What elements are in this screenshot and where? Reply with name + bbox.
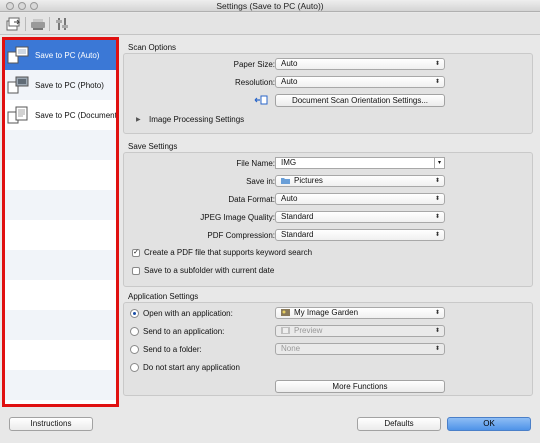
scan-mode-list: Save to PC (Auto) Save to PC (Photo) Sav… — [2, 37, 119, 407]
save-in-value: Pictures — [294, 176, 323, 185]
more-functions-button[interactable]: More Functions — [275, 380, 445, 393]
save-settings-title: Save Settings — [128, 142, 178, 151]
preview-app-icon — [281, 327, 290, 334]
application-settings-title: Application Settings — [128, 292, 199, 301]
resolution-select[interactable]: Auto ⬍ — [275, 76, 445, 88]
send-to-application-label: Send to an application: — [143, 327, 225, 336]
sidebar-item-label: Save to PC (Document) — [35, 110, 119, 120]
document-orientation-icon — [254, 95, 268, 105]
file-name-label: File Name: — [236, 159, 275, 168]
folder-icon — [281, 177, 290, 184]
send-to-application-radio[interactable] — [130, 327, 139, 336]
ok-button[interactable]: OK — [447, 417, 531, 431]
scan-from-panel-icon[interactable] — [30, 16, 46, 32]
no-application-label: Do not start any application — [143, 363, 240, 372]
save-auto-icon — [7, 46, 29, 64]
send-to-folder-radio[interactable] — [130, 345, 139, 354]
data-format-select[interactable]: Auto ⬍ — [275, 193, 445, 205]
jpeg-quality-select[interactable]: Standard ⬍ — [275, 211, 445, 223]
application-settings-group: Open with an application: My Image Garde… — [123, 302, 533, 396]
jpeg-quality-value: Standard — [281, 212, 314, 221]
general-settings-icon[interactable] — [54, 16, 70, 32]
empty-list-row — [5, 250, 116, 280]
data-format-value: Auto — [281, 194, 298, 203]
updown-arrow-icon: ⬍ — [434, 79, 440, 85]
send-application-select[interactable]: Preview ⬍ — [275, 325, 445, 337]
toolbar-divider — [25, 17, 26, 31]
save-in-select[interactable]: Pictures ⬍ — [275, 175, 445, 187]
empty-list-row — [5, 280, 116, 310]
sidebar-item-label: Save to PC (Auto) — [35, 50, 100, 60]
toolbar — [0, 13, 540, 35]
scan-options-group: Paper Size: Auto ⬍ Resolution: Auto ⬍ Do… — [123, 53, 533, 134]
empty-list-row — [5, 130, 116, 160]
keyword-search-pdf-checkbox[interactable]: ✓ — [132, 249, 140, 257]
settings-panel: Scan Options Paper Size: Auto ⬍ Resoluti… — [120, 37, 538, 407]
empty-list-row — [5, 220, 116, 250]
empty-list-row — [5, 190, 116, 220]
empty-list-row — [5, 370, 116, 400]
empty-list-row — [5, 340, 116, 370]
save-document-icon — [7, 106, 29, 124]
pdf-compression-value: Standard — [281, 230, 314, 239]
open-with-application-radio[interactable] — [130, 309, 139, 318]
subfolder-date-checkbox[interactable] — [132, 267, 140, 275]
pdf-compression-label: PDF Compression: — [207, 231, 275, 240]
data-format-label: Data Format: — [228, 195, 275, 204]
minimize-window-button[interactable] — [18, 2, 26, 10]
sidebar-item-label: Save to PC (Photo) — [35, 80, 104, 90]
defaults-button[interactable]: Defaults — [357, 417, 441, 431]
paper-size-select[interactable]: Auto ⬍ — [275, 58, 445, 70]
sidebar-item-save-to-pc-photo[interactable]: Save to PC (Photo) — [5, 70, 116, 100]
updown-arrow-icon: ⬍ — [434, 178, 440, 184]
updown-arrow-icon: ⬍ — [434, 346, 440, 352]
open-application-value: My Image Garden — [294, 308, 359, 317]
resolution-value: Auto — [281, 77, 298, 86]
send-folder-select[interactable]: None ⬍ — [275, 343, 445, 355]
updown-arrow-icon: ⬍ — [434, 61, 440, 67]
no-application-radio[interactable] — [130, 363, 139, 372]
send-application-value: Preview — [294, 326, 323, 335]
save-photo-icon — [7, 76, 29, 94]
send-to-folder-label: Send to a folder: — [143, 345, 202, 354]
close-window-button[interactable] — [6, 2, 14, 10]
pdf-compression-select[interactable]: Standard ⬍ — [275, 229, 445, 241]
file-name-combo[interactable]: IMG ▾ — [275, 157, 445, 169]
document-scan-orientation-button[interactable]: Document Scan Orientation Settings... — [275, 94, 445, 107]
my-image-garden-icon — [281, 309, 290, 316]
sidebar-item-save-to-pc-document[interactable]: Save to PC (Document) — [5, 100, 116, 130]
instructions-button[interactable]: Instructions — [9, 417, 93, 431]
empty-list-row — [5, 160, 116, 190]
image-processing-settings-toggle[interactable]: Image Processing Settings — [149, 115, 244, 124]
title-bar: Settings (Save to PC (Auto)) — [0, 0, 540, 12]
resolution-label: Resolution: — [234, 78, 275, 87]
scan-options-title: Scan Options — [128, 43, 177, 52]
paper-size-value: Auto — [281, 59, 298, 68]
save-in-label: Save in: — [246, 177, 275, 186]
updown-arrow-icon: ⬍ — [434, 328, 440, 334]
jpeg-quality-label: JPEG Image Quality: — [200, 213, 275, 222]
save-settings-group: File Name: IMG ▾ Save in: Pictures ⬍ Dat… — [123, 152, 533, 287]
subfolder-date-label: Save to a subfolder with current date — [144, 266, 275, 275]
disclosure-triangle-icon[interactable]: ▶ — [136, 116, 141, 123]
toolbar-divider — [49, 17, 50, 31]
file-name-value: IMG — [281, 158, 297, 167]
updown-arrow-icon: ⬍ — [434, 214, 440, 220]
zoom-window-button[interactable] — [30, 2, 38, 10]
keyword-search-pdf-label: Create a PDF file that supports keyword … — [144, 248, 313, 257]
paper-size-label: Paper Size: — [233, 60, 275, 69]
window-title: Settings (Save to PC (Auto)) — [216, 1, 324, 11]
scan-from-computer-icon[interactable] — [6, 16, 22, 32]
send-folder-value: None — [281, 344, 301, 353]
open-application-select[interactable]: My Image Garden ⬍ — [275, 307, 445, 319]
updown-arrow-icon: ⬍ — [434, 310, 440, 316]
open-with-application-label: Open with an application: — [143, 309, 233, 318]
dropdown-arrow-icon[interactable]: ▾ — [434, 158, 444, 168]
updown-arrow-icon: ⬍ — [434, 232, 440, 238]
updown-arrow-icon: ⬍ — [434, 196, 440, 202]
empty-list-row — [5, 310, 116, 340]
sidebar-item-save-to-pc-auto[interactable]: Save to PC (Auto) — [5, 40, 116, 70]
